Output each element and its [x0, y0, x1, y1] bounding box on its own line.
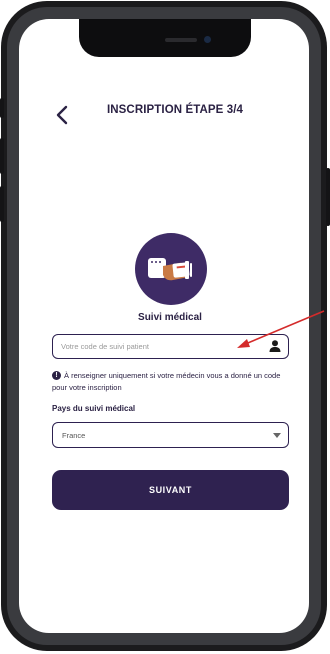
annotation-arrow [237, 310, 325, 348]
phone-frame: INSCRIPTION ÉTAPE 3/4 Suivi médical ! À … [0, 0, 330, 654]
